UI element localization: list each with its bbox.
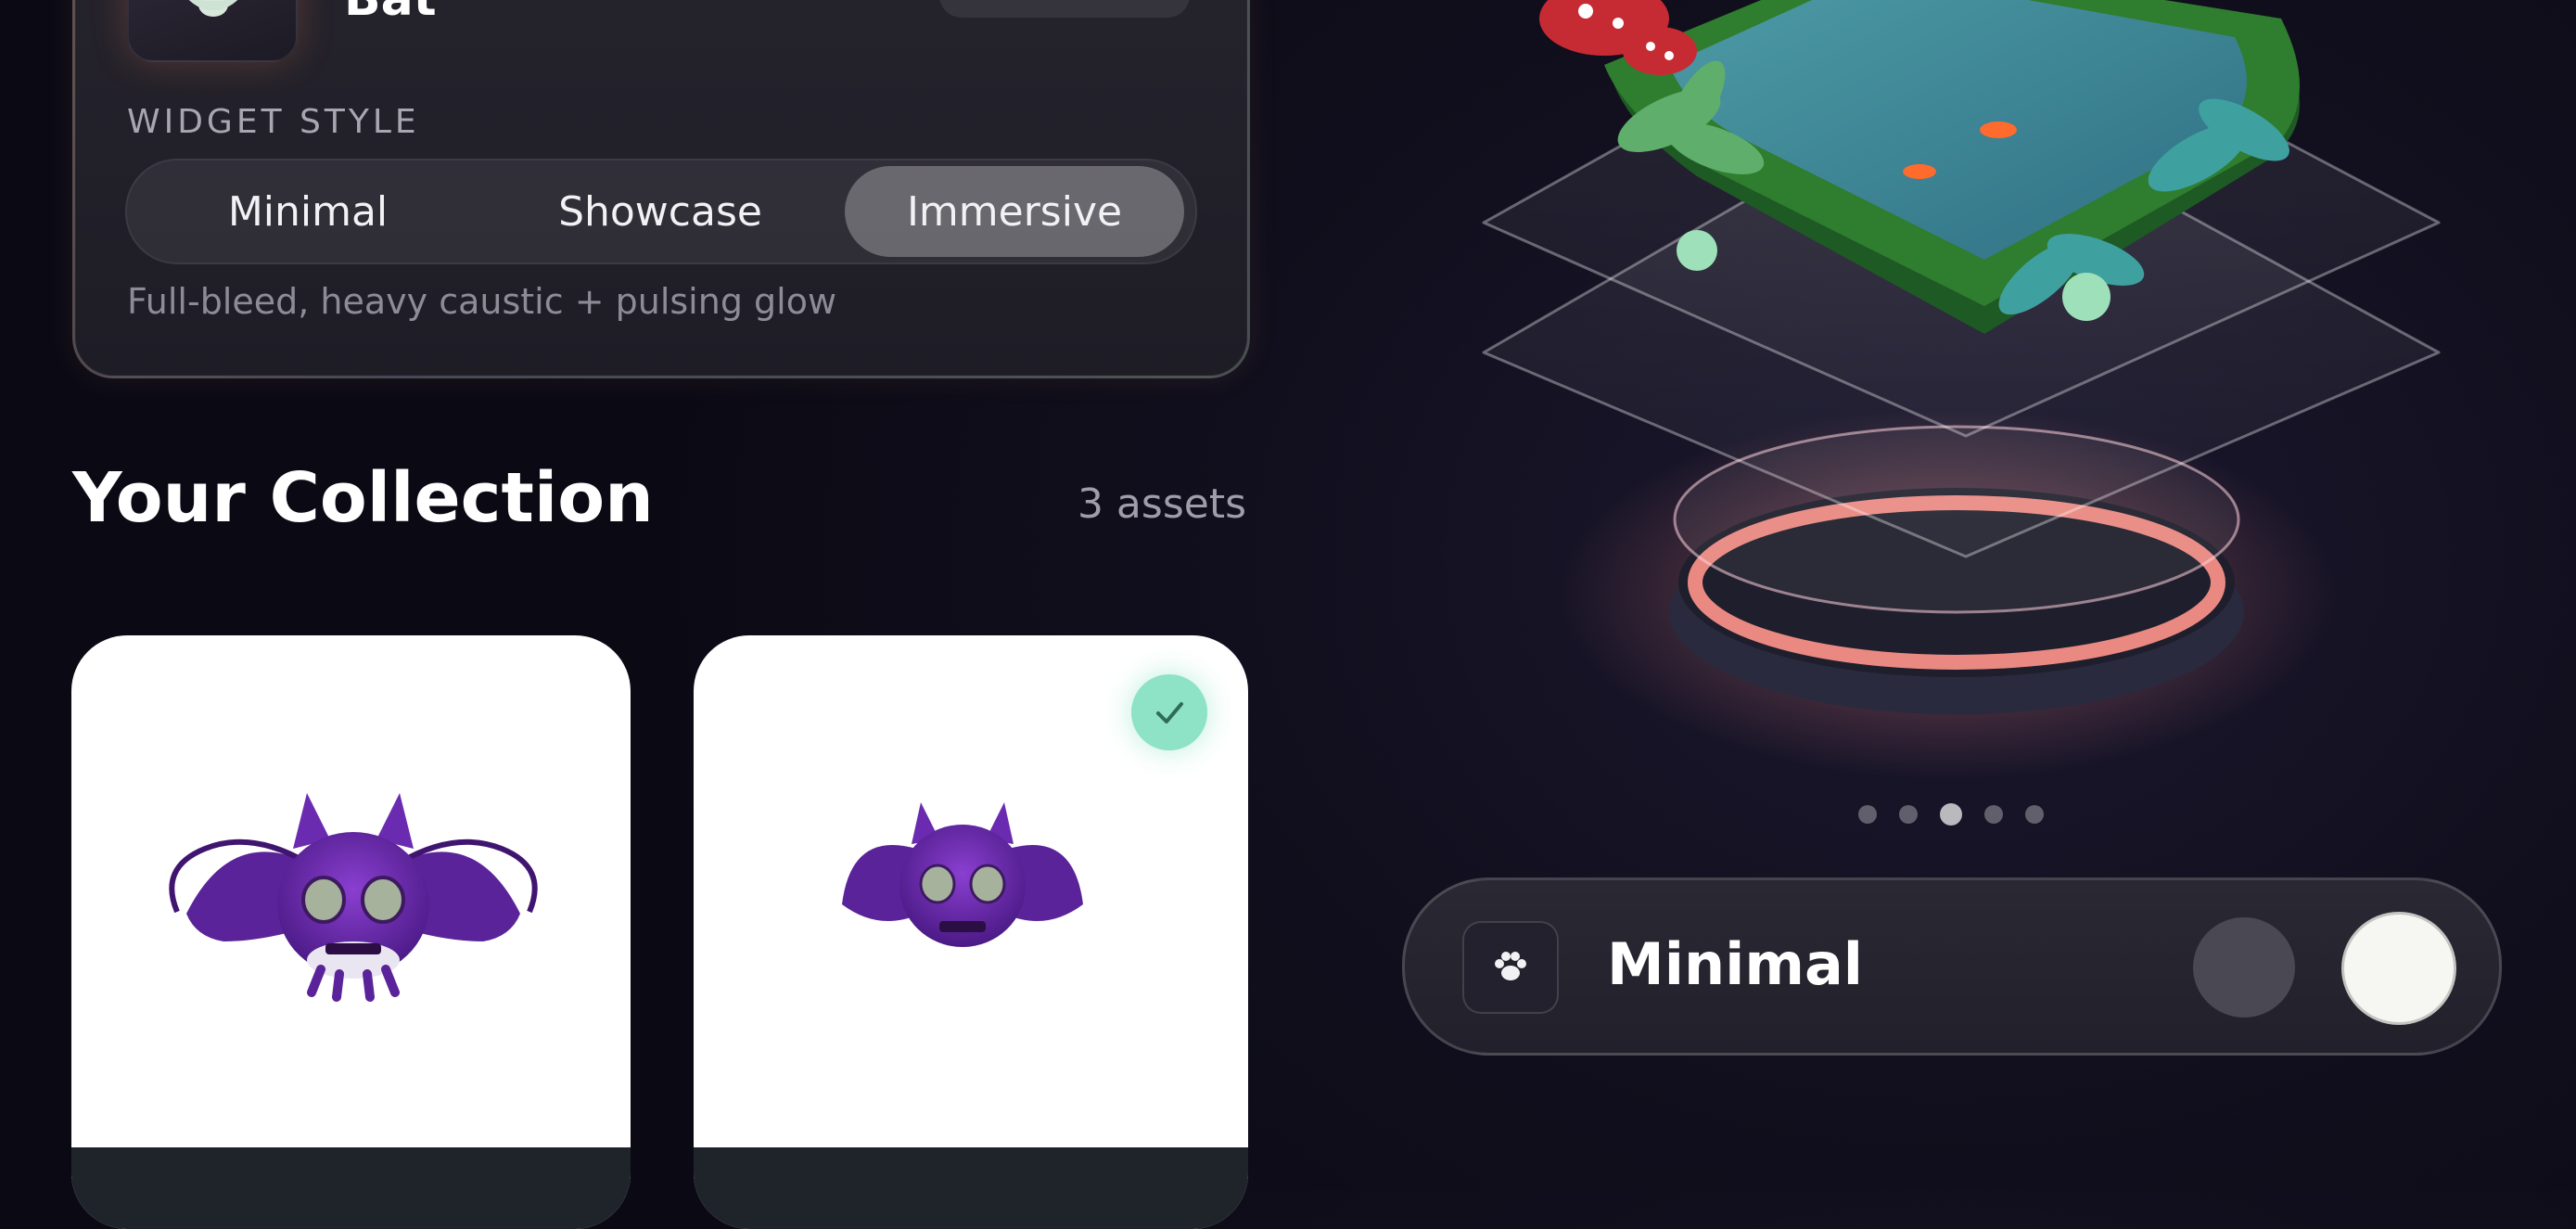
paw-icon[interactable] <box>1462 921 1559 1014</box>
style-option-minimal[interactable]: Minimal <box>136 166 479 257</box>
page-dot-active[interactable] <box>1940 803 1962 826</box>
page-dot[interactable] <box>1858 805 1877 824</box>
preview-style-bar: Minimal <box>1402 877 2502 1056</box>
style-option-immersive[interactable]: Immersive <box>845 166 1184 257</box>
preview-page-indicator[interactable] <box>1858 803 2044 826</box>
preview-style-label: Minimal <box>1607 930 1864 998</box>
card-footer <box>694 1147 1248 1229</box>
purple-bat-icon <box>842 802 1083 947</box>
dark-swatch-button[interactable] <box>2193 917 2295 1018</box>
light-swatch-button[interactable] <box>2341 912 2456 1025</box>
page-dot[interactable] <box>1984 805 2003 824</box>
page-dot[interactable] <box>1899 805 1918 824</box>
change-asset-button[interactable] <box>939 0 1190 18</box>
widget-style-segmented-control: Minimal Showcase Immersive <box>125 159 1197 264</box>
style-option-showcase[interactable]: Showcase <box>489 166 832 257</box>
asset-thumbnail[interactable] <box>127 0 298 62</box>
purple-bat-icon <box>169 793 538 1002</box>
page-dot[interactable] <box>2025 805 2044 824</box>
next-section-heading-partial <box>1402 1164 1958 1201</box>
widget-style-description: Full-bleed, heavy caustic + pulsing glow <box>127 281 837 322</box>
card-footer <box>71 1147 631 1229</box>
bat-icon <box>188 0 238 17</box>
collection-title: Your Collection <box>72 458 654 538</box>
collection-count: 3 assets <box>1077 480 1246 528</box>
widget-settings-card: Bat WIDGET STYLE Minimal Showcase Immers… <box>72 0 1250 378</box>
widget-style-label: WIDGET STYLE <box>127 103 420 141</box>
selected-check-icon <box>1131 674 1207 750</box>
collection-item-selected[interactable] <box>694 635 1248 1229</box>
collection-item[interactable] <box>71 635 631 1229</box>
asset-name: Bat <box>344 0 437 23</box>
widget-3d-preview <box>1482 0 2441 779</box>
